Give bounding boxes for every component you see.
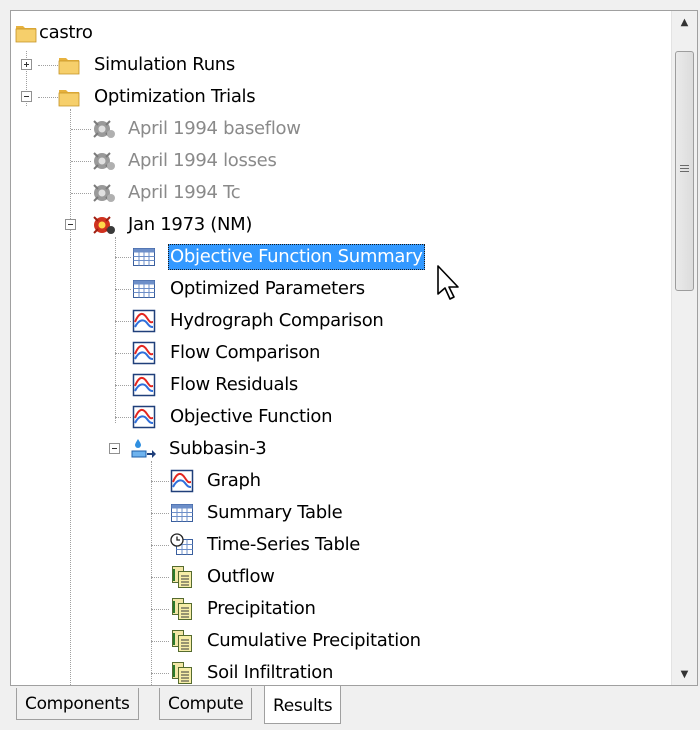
tree-node-label: April 1994 losses — [128, 150, 277, 171]
tree-node-flow-comparison[interactable]: Flow Comparison — [11, 337, 671, 369]
tree-node-graph[interactable]: Graph — [11, 465, 671, 497]
tree-node-soil-infiltration[interactable]: Soil Infiltration — [11, 657, 671, 685]
tree-node-label: Precipitation — [207, 598, 316, 619]
tab-components[interactable]: Components — [16, 688, 139, 720]
time-series-icon — [170, 565, 194, 589]
tree-node-label: Optimization Trials — [94, 86, 256, 107]
tree-node-label: Flow Residuals — [170, 374, 299, 395]
folder-icon — [57, 85, 81, 109]
tree-node-trial[interactable]: April 1994 losses — [11, 145, 671, 177]
optimization-trial-active-icon — [91, 213, 115, 237]
tree-node-label: Objective Function — [170, 406, 333, 427]
tree-node-objective-function-summary[interactable]: Objective Function Summary — [11, 241, 671, 273]
tree-node-trial[interactable]: April 1994 baseflow — [11, 113, 671, 145]
folder-icon — [14, 21, 38, 45]
scroll-up-arrow-icon[interactable]: ▲ — [672, 11, 697, 33]
tree-node-objective-function[interactable]: Objective Function — [11, 401, 671, 433]
scroll-grip-icon — [680, 165, 689, 174]
optimization-trial-icon — [91, 149, 115, 173]
tree-node-label: April 1994 baseflow — [128, 118, 301, 139]
subbasin-icon — [130, 437, 158, 461]
vertical-scrollbar[interactable]: ▲ ▼ — [671, 11, 697, 685]
graph-icon — [132, 341, 156, 365]
mouse-cursor-icon — [436, 264, 462, 302]
tree-node-trial-jan-1973[interactable]: Jan 1973 (NM) — [11, 209, 671, 241]
time-series-icon — [170, 661, 194, 685]
tree-node-label: Cumulative Precipitation — [207, 630, 421, 651]
panel-tab-bar: Components Compute Results — [10, 686, 698, 728]
tree-node-optimization-trials[interactable]: Optimization Trials — [11, 81, 671, 113]
tree-node-label: castro — [39, 22, 93, 43]
tree-node-label: Time-Series Table — [207, 534, 361, 555]
tree-node-trial[interactable]: April 1994 Tc — [11, 177, 671, 209]
tree-node-flow-residuals[interactable]: Flow Residuals — [11, 369, 671, 401]
tab-results[interactable]: Results — [264, 686, 342, 724]
results-tree: castro Simulation Runs Optimization Tria… — [11, 11, 671, 685]
tree-node-castro[interactable]: castro — [11, 17, 671, 49]
graph-icon — [170, 469, 194, 493]
tree-node-time-series-table[interactable]: Time-Series Table — [11, 529, 671, 561]
tree-node-optimized-parameters[interactable]: Optimized Parameters — [11, 273, 671, 305]
tree-node-hydrograph-comparison[interactable]: Hydrograph Comparison — [11, 305, 671, 337]
tree-node-label: Subbasin-3 — [169, 438, 267, 459]
table-icon — [170, 501, 194, 525]
tree-node-simulation-runs[interactable]: Simulation Runs — [11, 49, 671, 81]
tree-node-label: Graph — [207, 470, 261, 491]
tree-node-label: Flow Comparison — [170, 342, 321, 363]
tree-node-precipitation[interactable]: Precipitation — [11, 593, 671, 625]
graph-icon — [132, 373, 156, 397]
scroll-down-arrow-icon[interactable]: ▼ — [672, 663, 697, 685]
graph-icon — [132, 405, 156, 429]
optimization-trial-icon — [91, 181, 115, 205]
tree-node-outflow[interactable]: Outflow — [11, 561, 671, 593]
optimization-trial-icon — [91, 117, 115, 141]
tree-node-label: April 1994 Tc — [128, 182, 241, 203]
tab-compute[interactable]: Compute — [159, 688, 253, 720]
tree-node-summary-table[interactable]: Summary Table — [11, 497, 671, 529]
graph-icon — [132, 309, 156, 333]
table-icon — [132, 245, 156, 269]
tree-node-subbasin-3[interactable]: Subbasin-3 — [11, 433, 671, 465]
tree-node-label: Jan 1973 (NM) — [128, 214, 253, 235]
tree-node-cumulative-precipitation[interactable]: Cumulative Precipitation — [11, 625, 671, 657]
collapse-minus-icon[interactable] — [21, 91, 32, 102]
collapse-minus-icon[interactable] — [109, 443, 120, 454]
time-series-table-icon — [170, 533, 194, 557]
time-series-icon — [170, 597, 194, 621]
results-tree-panel[interactable]: castro Simulation Runs Optimization Tria… — [10, 10, 698, 686]
tree-node-label: Outflow — [207, 566, 275, 587]
tree-node-label: Soil Infiltration — [207, 662, 334, 683]
tree-node-label: Hydrograph Comparison — [170, 310, 384, 331]
scrollbar-thumb[interactable] — [675, 51, 694, 291]
time-series-icon — [170, 629, 194, 653]
collapse-minus-icon[interactable] — [65, 219, 76, 230]
expand-plus-icon[interactable] — [21, 59, 32, 70]
tree-node-label: Optimized Parameters — [170, 278, 365, 299]
table-icon — [132, 277, 156, 301]
folder-icon — [57, 53, 81, 77]
tree-node-label: Objective Function Summary — [168, 244, 425, 270]
tree-node-label: Simulation Runs — [94, 54, 235, 75]
tree-node-label: Summary Table — [207, 502, 343, 523]
